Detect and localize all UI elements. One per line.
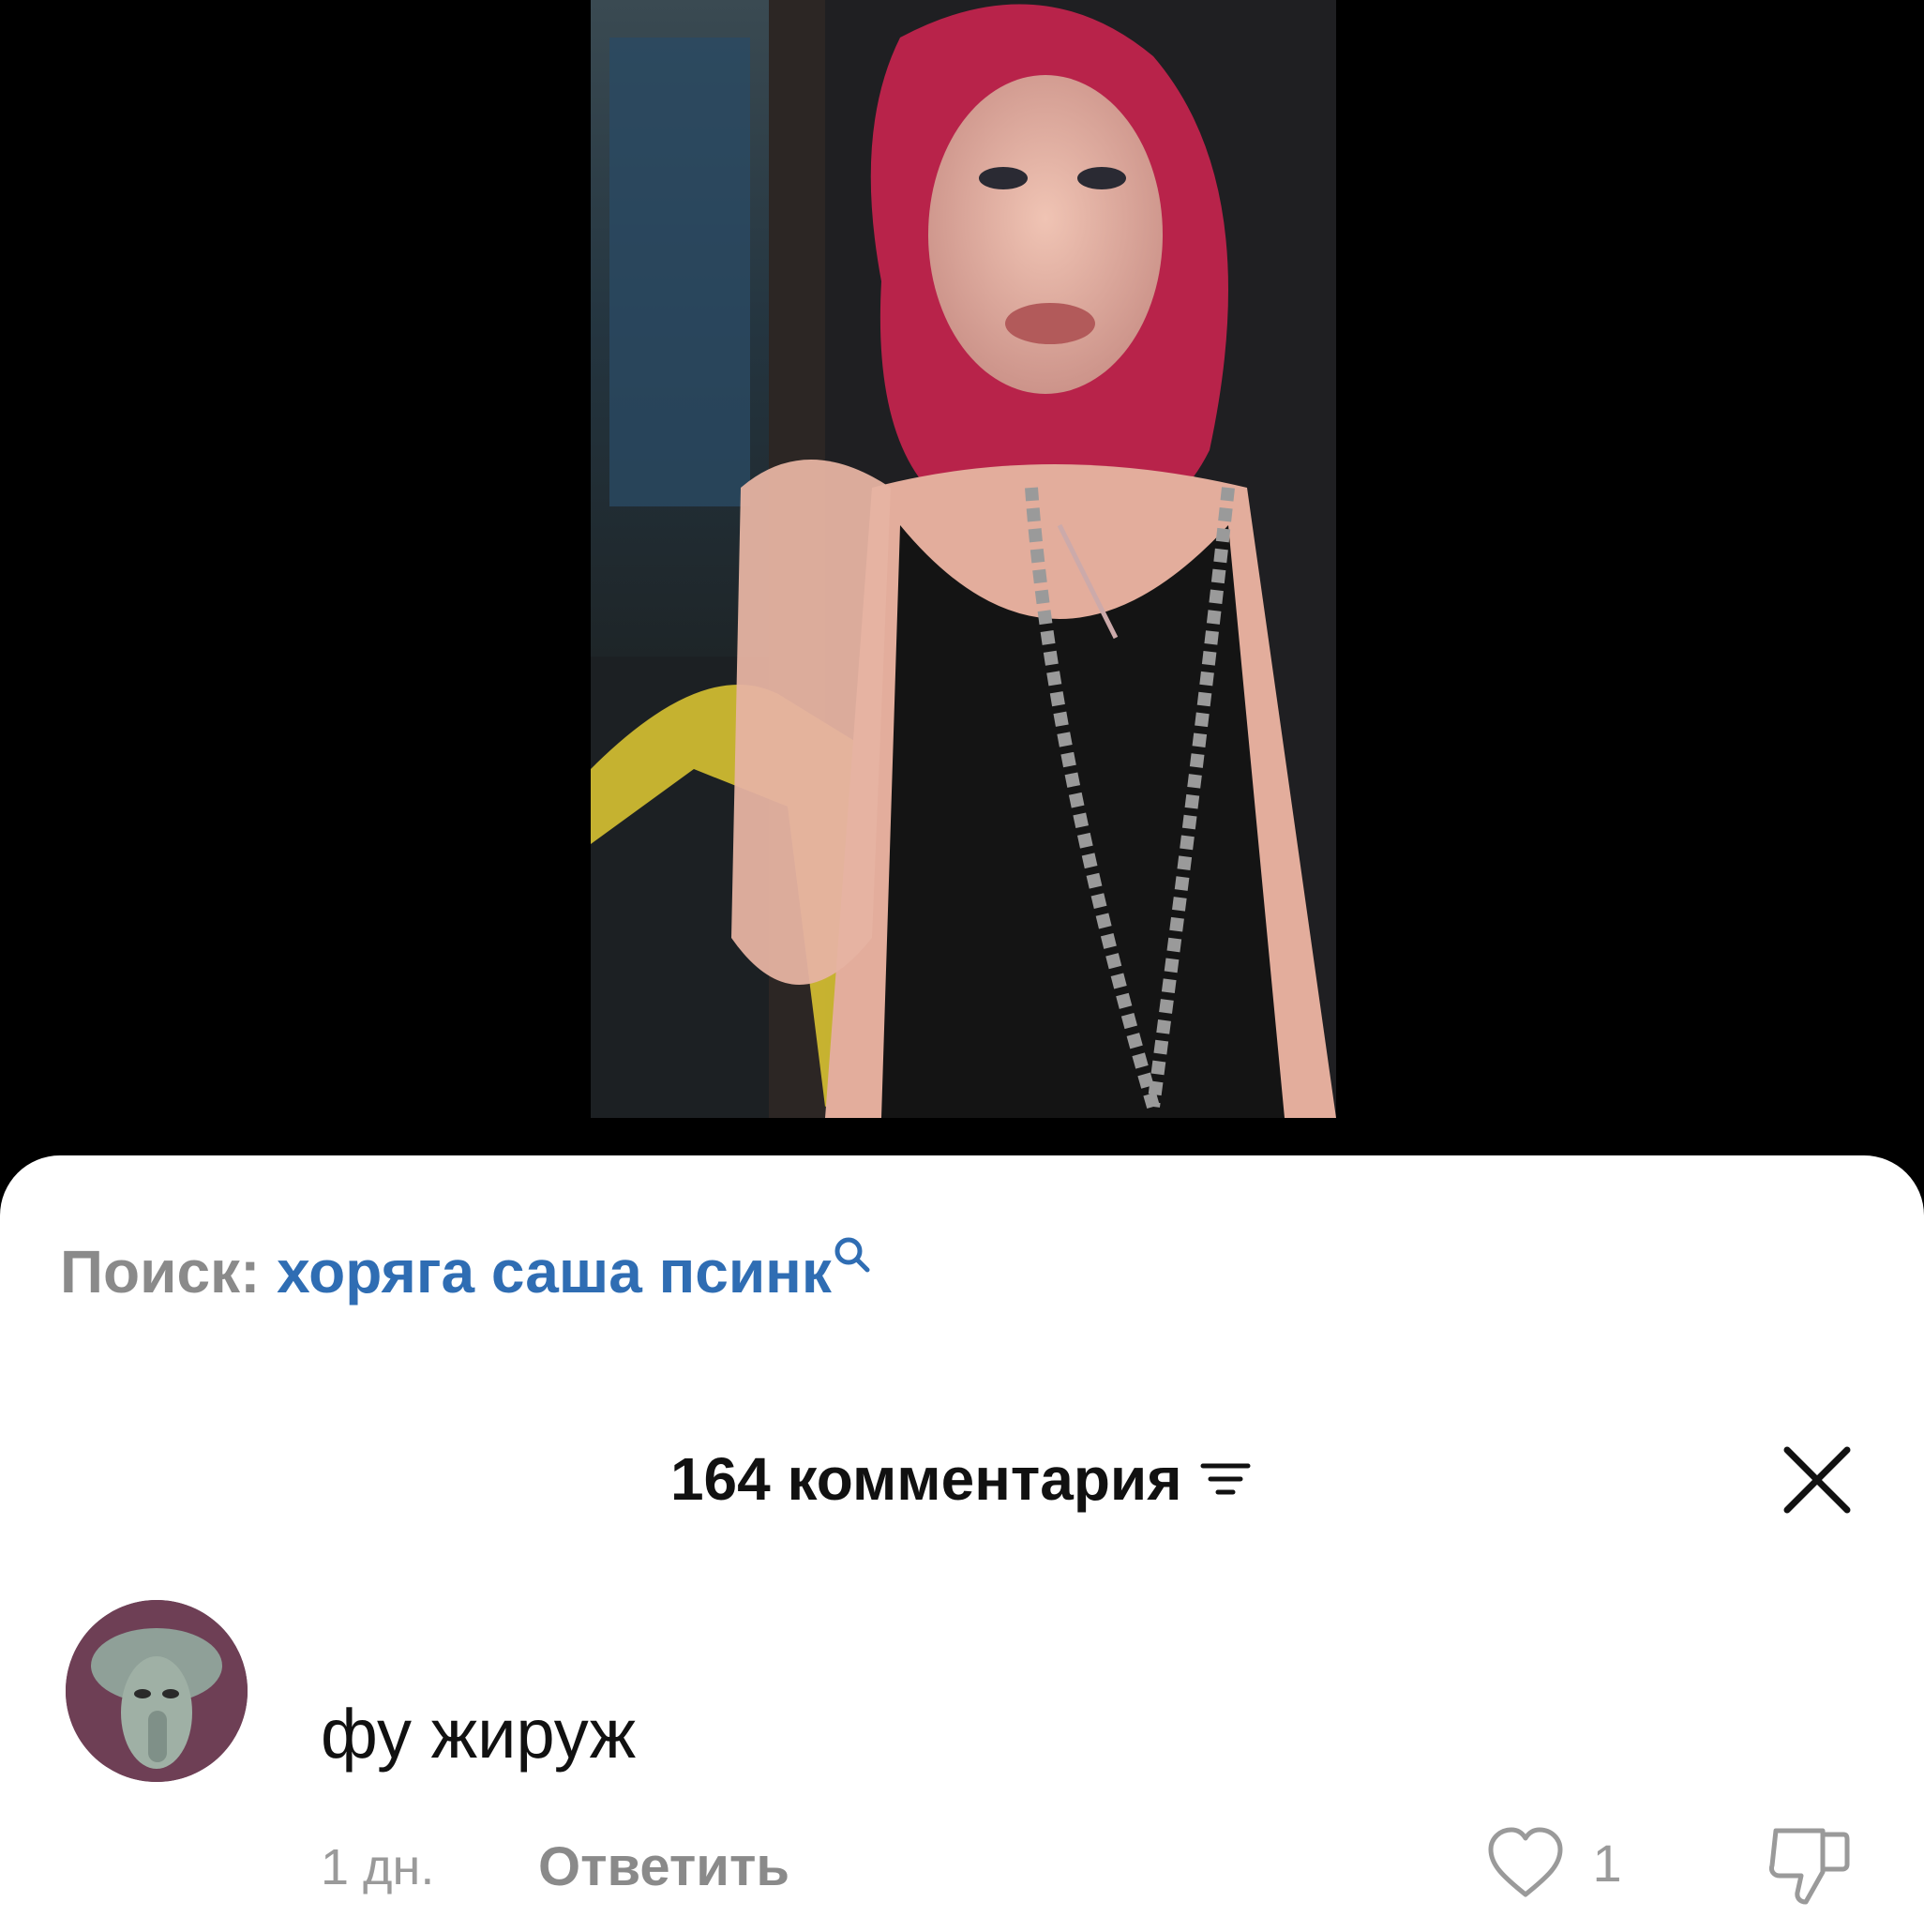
- search-icon[interactable]: [832, 1234, 873, 1275]
- close-button[interactable]: [1778, 1441, 1856, 1519]
- avatar-image: [66, 1600, 248, 1782]
- comments-sheet: Поиск: хоряга саша псинк 164 комментария: [0, 1155, 1924, 1932]
- search-query[interactable]: хоряга саша псинк: [277, 1238, 832, 1306]
- comments-count-title: 164 комментария: [669, 1445, 1182, 1513]
- thumbs-down-icon: [1769, 1828, 1850, 1905]
- comment-timestamp: 1 дн.: [321, 1839, 435, 1895]
- sort-filter-icon[interactable]: [1197, 1451, 1254, 1507]
- heart-outline-icon: [1488, 1827, 1563, 1897]
- search-prefix: Поиск:: [60, 1238, 261, 1306]
- comment-text: фу жируж: [321, 1695, 637, 1773]
- close-icon: [1783, 1446, 1851, 1514]
- dislike-button[interactable]: [1763, 1818, 1856, 1911]
- avatar[interactable]: [66, 1600, 248, 1782]
- like-button[interactable]: 1: [1483, 1821, 1622, 1906]
- comments-header: 164 комментария: [0, 1437, 1924, 1521]
- like-count: 1: [1592, 1834, 1622, 1893]
- reply-button[interactable]: Ответить: [538, 1834, 789, 1900]
- video-player[interactable]: [0, 0, 1924, 1182]
- related-search-link[interactable]: Поиск: хоряга саша псинк: [60, 1236, 873, 1307]
- video-still-image: [591, 0, 1336, 1118]
- comment-item: фу жируж 1 дн. Ответить 1: [0, 1600, 1924, 1932]
- video-frame[interactable]: [591, 0, 1336, 1118]
